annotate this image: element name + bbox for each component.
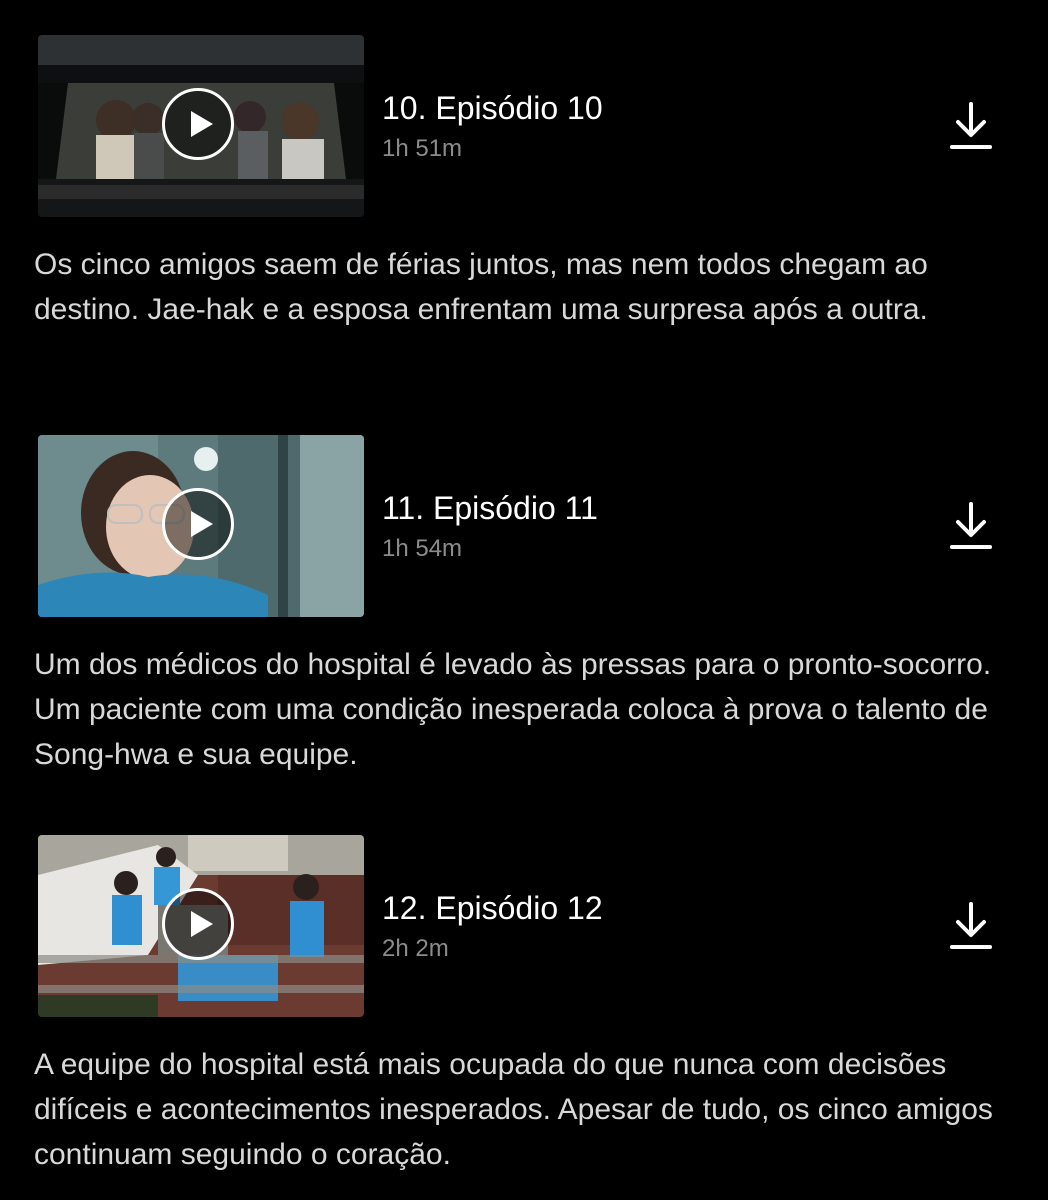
download-button[interactable] xyxy=(948,500,994,552)
episode-duration: 2h 2m xyxy=(382,935,449,962)
episode-synopsis: Um dos médicos do hospital é levado às p… xyxy=(34,648,992,771)
download-icon xyxy=(950,502,992,549)
episode-item: 11. Episódio 11 1h 54m Um dos médicos do… xyxy=(0,400,1048,800)
episode-item: 12. Episódio 12 2h 2m A equipe do hospit… xyxy=(0,800,1048,1200)
episode-item: 10. Episódio 10 1h 51m Os cinco amigos s… xyxy=(0,0,1048,400)
download-icon xyxy=(950,102,992,149)
episode-thumbnail[interactable] xyxy=(38,435,364,617)
episode-thumbnail[interactable] xyxy=(38,835,364,1017)
download-button[interactable] xyxy=(948,900,994,952)
play-icon xyxy=(191,111,213,137)
episode-title: 11. Episódio 11 xyxy=(382,490,598,526)
play-icon xyxy=(191,511,213,537)
episode-synopsis: A equipe do hospital está mais ocupada d… xyxy=(34,1048,993,1171)
episode-duration: 1h 54m xyxy=(382,535,463,562)
play-icon xyxy=(191,911,213,937)
play-button[interactable] xyxy=(162,488,234,560)
episode-thumbnail[interactable] xyxy=(38,35,364,217)
play-button[interactable] xyxy=(162,88,234,160)
episode-title: 10. Episódio 10 xyxy=(382,90,603,126)
episode-duration: 1h 51m xyxy=(382,135,463,162)
episode-title: 12. Episódio 12 xyxy=(382,890,603,926)
download-button[interactable] xyxy=(948,100,994,152)
play-button[interactable] xyxy=(162,888,234,960)
download-icon xyxy=(950,902,992,949)
episode-synopsis: Os cinco amigos saem de férias juntos, m… xyxy=(34,248,928,326)
